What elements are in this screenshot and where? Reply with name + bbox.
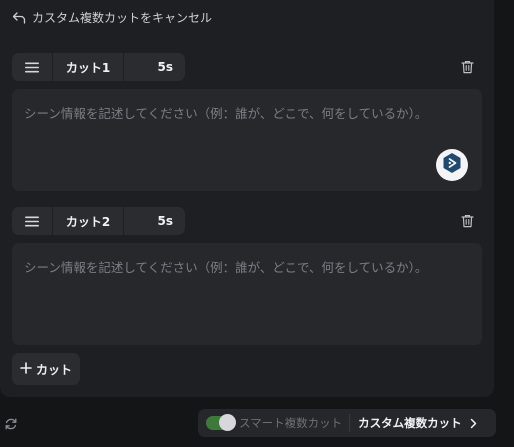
ai-assist-icon: [442, 152, 462, 178]
arrow-back-icon: [12, 11, 26, 24]
multicut-mode-bar: スマート複数カット カスタム複数カット: [198, 409, 496, 437]
chevron-right-icon[interactable]: [470, 418, 477, 429]
cut-2-scene-input[interactable]: [12, 243, 482, 345]
custom-multicut-button[interactable]: カスタム複数カット: [358, 415, 462, 431]
drag-handle-icon[interactable]: [12, 207, 52, 235]
plus-icon: [20, 361, 32, 377]
refresh-icon[interactable]: [4, 416, 18, 430]
drag-handle-icon[interactable]: [12, 53, 52, 81]
smart-multicut-label: スマート複数カット: [239, 416, 343, 430]
cut-name: カット2: [65, 214, 111, 229]
cut-2-scene-box: [12, 243, 482, 345]
cut-name: カット1: [65, 60, 111, 75]
cut-1-header: カット1 5s: [12, 53, 185, 81]
cancel-label: カスタム複数カットをキャンセル: [32, 11, 213, 25]
toggle-knob: [219, 414, 236, 431]
cut-duration-select[interactable]: 5s: [124, 60, 185, 74]
trash-icon[interactable]: [458, 58, 476, 76]
smart-multicut-toggle[interactable]: [206, 414, 236, 431]
cut-2-header: カット2 5s: [12, 207, 185, 235]
cut-1-scene-input[interactable]: [12, 89, 482, 191]
divider: [349, 414, 351, 432]
add-cut-label: カット: [35, 362, 72, 377]
ai-assist-button[interactable]: [436, 149, 468, 181]
cut-1-scene-box: [12, 89, 482, 191]
cut-duration-select[interactable]: 5s: [124, 214, 185, 228]
add-cut-button[interactable]: カット: [12, 353, 80, 385]
multi-cut-panel: カスタム複数カットをキャンセル カット1 5s シーン情報を記述してください（例…: [0, 0, 494, 397]
trash-icon[interactable]: [458, 212, 476, 230]
cancel-custom-multicut-link[interactable]: カスタム複数カットをキャンセル: [12, 9, 212, 26]
